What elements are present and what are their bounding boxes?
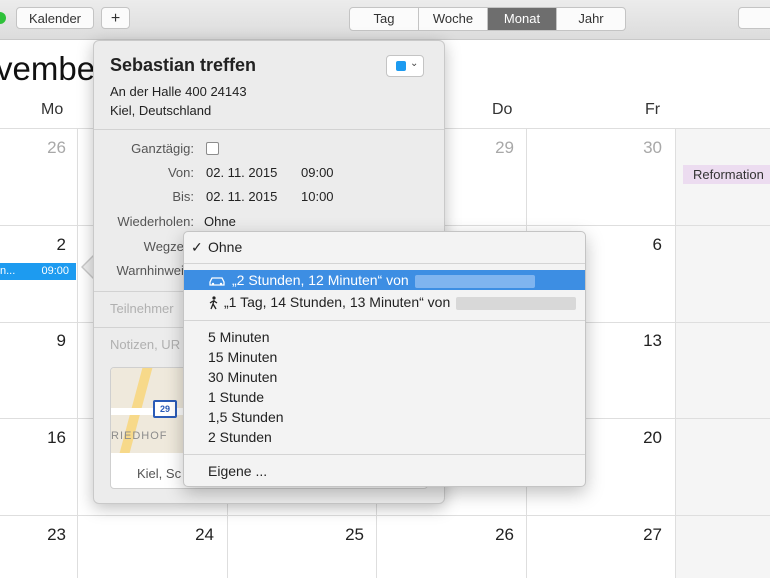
- day-cell-number[interactable]: 2: [26, 235, 66, 255]
- event-address-line2[interactable]: Kiel, Deutschland: [110, 103, 211, 118]
- weekend-column: [675, 128, 770, 578]
- holiday-event[interactable]: Reformation: [683, 165, 770, 184]
- tab-day[interactable]: Tag: [350, 8, 418, 30]
- to-time-field[interactable]: 10:00: [301, 189, 334, 204]
- chevron-down-icon: ⌄: [410, 58, 419, 69]
- menu-item-1-5h[interactable]: 1,5 Stunden: [184, 407, 585, 427]
- day-cell-number[interactable]: 6: [622, 235, 662, 255]
- menu-separator: [184, 454, 585, 455]
- tab-month[interactable]: Monat: [487, 8, 556, 30]
- travel-time-label: Wegzeit:: [143, 239, 194, 254]
- day-cell-number[interactable]: 13: [622, 331, 662, 351]
- day-cell-number[interactable]: 26: [26, 138, 66, 158]
- menu-item-5min[interactable]: 5 Minuten: [184, 327, 585, 347]
- menu-item-label: 1,5 Stunden: [208, 409, 284, 425]
- day-cell-number[interactable]: 23: [26, 525, 66, 545]
- day-cell-number[interactable]: 25: [324, 525, 364, 545]
- search-field[interactable]: [738, 7, 770, 29]
- travel-time-menu: ✓ Ohne „2 Stunden, 12 Minuten“ von „1 Ta…: [183, 231, 586, 487]
- menu-item-30min[interactable]: 30 Minuten: [184, 367, 585, 387]
- repeat-label: Wiederholen:: [117, 214, 194, 229]
- from-label: Von:: [167, 165, 194, 180]
- dayname-thursday: Do: [492, 101, 513, 118]
- month-title: vembe: [0, 50, 96, 87]
- add-event-button[interactable]: +: [101, 7, 130, 29]
- menu-separator: [184, 263, 585, 264]
- tab-year[interactable]: Jahr: [556, 8, 625, 30]
- from-time-field[interactable]: 09:00: [301, 165, 334, 180]
- day-cell-number[interactable]: 20: [622, 428, 662, 448]
- toolbar: Kalender + Tag Woche Monat Jahr: [0, 0, 770, 40]
- calendar-color-picker[interactable]: ⌄: [386, 55, 424, 77]
- notes-field[interactable]: Notizen, UR: [110, 337, 180, 352]
- dayname-monday: Mo: [41, 101, 64, 118]
- event-chip-title: n...: [0, 265, 16, 277]
- grid-line: [0, 515, 770, 516]
- road-shield: 29: [153, 400, 177, 418]
- repeat-value[interactable]: Ohne: [204, 214, 236, 229]
- redacted-address: [414, 274, 535, 288]
- menu-item-1h[interactable]: 1 Stunde: [184, 387, 585, 407]
- alert-label: Warnhinweis:: [116, 263, 194, 278]
- menu-item-label: Eigene ...: [208, 463, 268, 479]
- checkmark-icon: ✓: [191, 239, 203, 255]
- menu-item-15min[interactable]: 15 Minuten: [184, 347, 585, 367]
- calendars-button[interactable]: Kalender: [16, 7, 94, 29]
- redacted-address: [456, 296, 577, 310]
- map-location-label: Kiel, Sc: [137, 466, 182, 481]
- menu-item-label: 15 Minuten: [208, 349, 278, 365]
- menu-item-label: 1 Stunde: [208, 389, 265, 405]
- menu-item-label: 2 Stunden: [208, 429, 272, 445]
- menu-item-label: 30 Minuten: [208, 369, 278, 385]
- day-cell-number[interactable]: 26: [474, 525, 514, 545]
- dayname-friday: Fr: [645, 101, 661, 118]
- menu-item-none[interactable]: ✓ Ohne: [184, 237, 585, 257]
- walking-icon: [209, 296, 218, 310]
- to-date-field[interactable]: 02. 11. 2015: [206, 189, 277, 204]
- car-icon: [209, 277, 225, 286]
- day-cell-number[interactable]: 29: [474, 138, 514, 158]
- grid-line: [77, 128, 78, 578]
- menu-item-label: „2 Stunden, 12 Minuten“ von: [232, 272, 409, 288]
- event-chip[interactable]: n... 09:00: [0, 263, 76, 280]
- menu-item-2h[interactable]: 2 Stunden: [184, 427, 585, 447]
- day-cell-number[interactable]: 30: [622, 138, 662, 158]
- day-cell-number[interactable]: 27: [622, 525, 662, 545]
- menu-item-custom[interactable]: Eigene ...: [184, 461, 585, 481]
- menu-separator: [184, 320, 585, 321]
- grid-line: [675, 128, 676, 578]
- attendees-field[interactable]: Teilnehmer: [110, 301, 174, 316]
- menu-item-walking[interactable]: „1 Tag, 14 Stunden, 13 Minuten“ von: [184, 292, 585, 312]
- to-label: Bis:: [172, 189, 194, 204]
- view-switcher: Tag Woche Monat Jahr: [349, 7, 626, 31]
- divider: [94, 129, 444, 130]
- calendar-color-swatch: [396, 61, 406, 71]
- menu-item-by-car[interactable]: „2 Stunden, 12 Minuten“ von: [184, 270, 585, 290]
- menu-item-label: „1 Tag, 14 Stunden, 13 Minuten“ von: [224, 294, 451, 310]
- from-date-field[interactable]: 02. 11. 2015: [206, 165, 277, 180]
- day-cell-number[interactable]: 24: [174, 525, 214, 545]
- tab-week[interactable]: Woche: [418, 8, 487, 30]
- allday-label: Ganztägig:: [131, 141, 194, 156]
- allday-checkbox[interactable]: [206, 142, 219, 155]
- day-cell-number[interactable]: 9: [26, 331, 66, 351]
- window-zoom-icon[interactable]: [0, 12, 6, 24]
- menu-item-label: Ohne: [208, 239, 243, 255]
- event-address-line1[interactable]: An der Halle 400 24143: [110, 84, 247, 99]
- map-area-label: RIEDHOF: [111, 430, 168, 442]
- event-title[interactable]: Sebastian treffen: [110, 55, 256, 76]
- event-chip-time: 09:00: [41, 265, 69, 277]
- day-cell-number[interactable]: 16: [26, 428, 66, 448]
- menu-item-label: 5 Minuten: [208, 329, 270, 345]
